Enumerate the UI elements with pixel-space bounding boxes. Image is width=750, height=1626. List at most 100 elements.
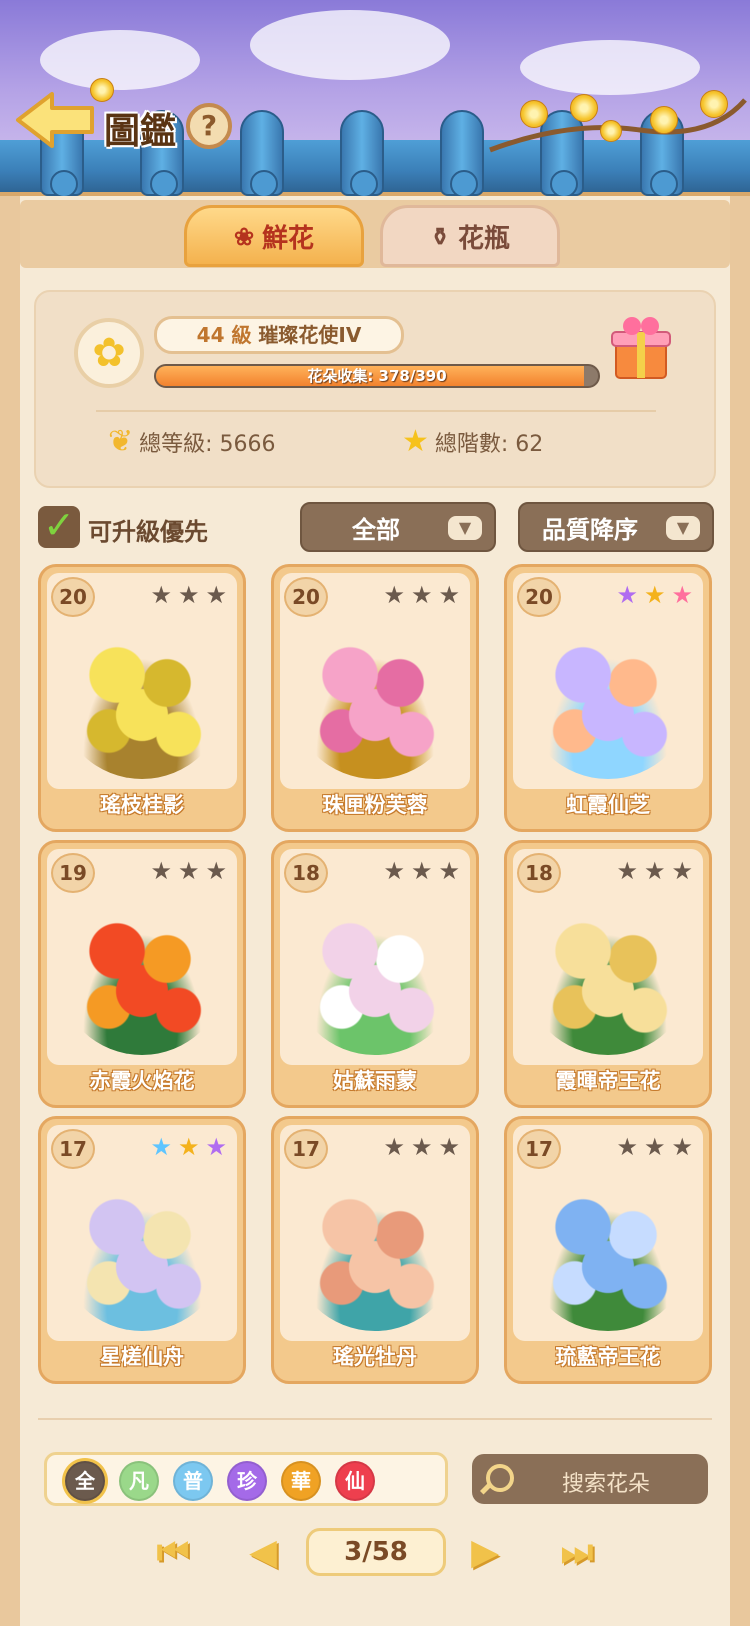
prev-page-button[interactable]: ◀ bbox=[234, 1528, 292, 1578]
flower-illustration bbox=[292, 895, 458, 1055]
flower-illustration bbox=[525, 895, 691, 1055]
card-name: 瑤枝桂影 bbox=[100, 793, 184, 817]
first-page-button[interactable]: ⏮ bbox=[144, 1528, 202, 1578]
rarity-filter-3[interactable]: 珍 bbox=[227, 1461, 267, 1501]
card-name: 星槎仙舟 bbox=[100, 1345, 184, 1369]
flower-card[interactable]: 19 ★ ★ ★ 赤霞火焰花 bbox=[38, 840, 246, 1108]
collection-progress-text: 花朵收集: 378/390 bbox=[307, 367, 447, 385]
blossom-icon bbox=[700, 90, 728, 118]
flower-card[interactable]: 17 ★ ★ ★ 瑤光牡丹 bbox=[271, 1116, 479, 1384]
blossom-icon bbox=[570, 94, 598, 122]
card-level-badge: 17 bbox=[284, 1129, 328, 1169]
rarity-filter-4[interactable]: 華 bbox=[281, 1461, 321, 1501]
chevron-down-icon: ▼ bbox=[666, 516, 700, 540]
flower-illustration bbox=[292, 619, 458, 779]
upgrade-first-checkbox[interactable]: ✓ bbox=[38, 506, 80, 548]
rose-icon: ❀ bbox=[233, 221, 255, 251]
divider bbox=[96, 410, 656, 412]
rarity-filter-0[interactable]: 全 bbox=[65, 1461, 105, 1501]
star-icon: ★ bbox=[150, 857, 172, 885]
card-name: 虹霞仙芝 bbox=[566, 793, 650, 817]
total-level-text: 總等級: 5666 bbox=[139, 431, 276, 457]
category-dropdown-label: 全部 bbox=[352, 515, 400, 544]
next-page-button[interactable]: ▶ bbox=[456, 1528, 514, 1578]
flower-illustration bbox=[292, 1171, 458, 1331]
card-level-badge: 20 bbox=[284, 577, 328, 617]
card-level-badge: 17 bbox=[51, 1129, 95, 1169]
rank-title: 璀璨花使IV bbox=[258, 323, 362, 347]
tab-flowers[interactable]: ❀ 鮮花 bbox=[184, 205, 364, 267]
flower-card[interactable]: 20 ★ ★ ★ 虹霞仙芝 bbox=[504, 564, 712, 832]
rarity-filter-2[interactable]: 普 bbox=[173, 1461, 213, 1501]
cloud bbox=[250, 10, 450, 80]
sprout-icon: ❦ bbox=[108, 424, 134, 459]
page-indicator: 3/58 bbox=[306, 1528, 446, 1576]
star-icon: ★ bbox=[616, 857, 638, 885]
star-icon: ★ bbox=[643, 1133, 666, 1161]
category-dropdown[interactable]: 全部 ▼ bbox=[300, 502, 496, 552]
card-stars: ★ ★ ★ bbox=[383, 583, 460, 607]
rarity-filter-5[interactable]: 仙 bbox=[335, 1461, 375, 1501]
card-art-panel: 18 ★ ★ ★ bbox=[513, 849, 703, 1065]
level-tag: 44 級 璀璨花使IV bbox=[154, 316, 404, 354]
search-icon bbox=[486, 1464, 514, 1492]
flower-illustration bbox=[59, 895, 225, 1055]
blossom-icon bbox=[520, 100, 548, 128]
sort-dropdown[interactable]: 品質降序 ▼ bbox=[518, 502, 714, 552]
star-icon: ★ bbox=[438, 1133, 460, 1161]
flower-card[interactable]: 20 ★ ★ ★ 珠匣粉芙蓉 bbox=[271, 564, 479, 832]
star-icon: ★ bbox=[383, 857, 405, 885]
card-name: 姑蘇雨蒙 bbox=[333, 1069, 417, 1093]
card-level-badge: 18 bbox=[517, 853, 561, 893]
card-art-panel: 20 ★ ★ ★ bbox=[47, 573, 237, 789]
star-icon: ★ bbox=[150, 581, 172, 609]
roof-tile bbox=[440, 110, 484, 198]
card-stars: ★ ★ ★ bbox=[616, 583, 693, 607]
gift-box-icon[interactable] bbox=[610, 314, 672, 380]
stats-panel: ✿ 44 級 璀璨花使IV 花朵收集: 378/390 ❦ 總等級: 5666 … bbox=[34, 290, 716, 488]
card-name: 琉藍帝王花 bbox=[555, 1345, 661, 1369]
star-icon: ★ bbox=[671, 581, 693, 609]
flower-card[interactable]: 17 ★ ★ ★ 星槎仙舟 bbox=[38, 1116, 246, 1384]
card-level-badge: 20 bbox=[51, 577, 95, 617]
flower-card[interactable]: 18 ★ ★ ★ 姑蘇雨蒙 bbox=[271, 840, 479, 1108]
card-art-panel: 19 ★ ★ ★ bbox=[47, 849, 237, 1065]
star-icon: ★ bbox=[671, 1133, 693, 1161]
star-icon: ★ bbox=[383, 581, 405, 609]
rarity-filter-1[interactable]: 凡 bbox=[119, 1461, 159, 1501]
flower-card[interactable]: 17 ★ ★ ★ 琉藍帝王花 bbox=[504, 1116, 712, 1384]
card-art-panel: 18 ★ ★ ★ bbox=[280, 849, 470, 1065]
flower-card[interactable]: 20 ★ ★ ★ 瑤枝桂影 bbox=[38, 564, 246, 832]
star-icon: ★ bbox=[177, 1133, 200, 1161]
card-art-panel: 20 ★ ★ ★ bbox=[280, 573, 470, 789]
search-input[interactable]: 搜索花朵 bbox=[472, 1454, 708, 1504]
frame-side bbox=[730, 196, 750, 1626]
card-name: 霞暉帝王花 bbox=[555, 1069, 661, 1093]
star-icon: ★ bbox=[410, 1133, 433, 1161]
star-icon: ★ bbox=[205, 857, 227, 885]
flower-illustration bbox=[59, 619, 225, 779]
back-arrow-icon[interactable] bbox=[14, 90, 96, 150]
card-level-badge: 18 bbox=[284, 853, 328, 893]
star-icon: ★ bbox=[410, 857, 433, 885]
flower-illustration bbox=[59, 1171, 225, 1331]
search-placeholder: 搜索花朵 bbox=[562, 1472, 651, 1497]
card-art-panel: 17 ★ ★ ★ bbox=[47, 1125, 237, 1341]
card-stars: ★ ★ ★ bbox=[616, 1135, 693, 1159]
total-level-stat: ❦ 總等級: 5666 bbox=[108, 424, 276, 459]
page-title: 圖鑑 bbox=[104, 110, 177, 152]
card-stars: ★ ★ ★ bbox=[150, 583, 227, 607]
sort-dropdown-label: 品質降序 bbox=[542, 515, 638, 544]
tab-vases[interactable]: ⚱ 花瓶 bbox=[380, 205, 560, 267]
divider bbox=[38, 1418, 712, 1420]
last-page-button[interactable]: ⏭ bbox=[548, 1528, 606, 1578]
help-button[interactable]: ? bbox=[186, 103, 232, 149]
star-icon: ★ bbox=[205, 581, 227, 609]
card-stars: ★ ★ ★ bbox=[383, 1135, 460, 1159]
chevron-down-icon: ▼ bbox=[448, 516, 482, 540]
card-art-panel: 17 ★ ★ ★ bbox=[280, 1125, 470, 1341]
collection-progress-bar: 花朵收集: 378/390 bbox=[154, 364, 600, 388]
flower-card[interactable]: 18 ★ ★ ★ 霞暉帝王花 bbox=[504, 840, 712, 1108]
card-name: 瑤光牡丹 bbox=[333, 1345, 417, 1369]
card-name: 珠匣粉芙蓉 bbox=[322, 793, 428, 817]
